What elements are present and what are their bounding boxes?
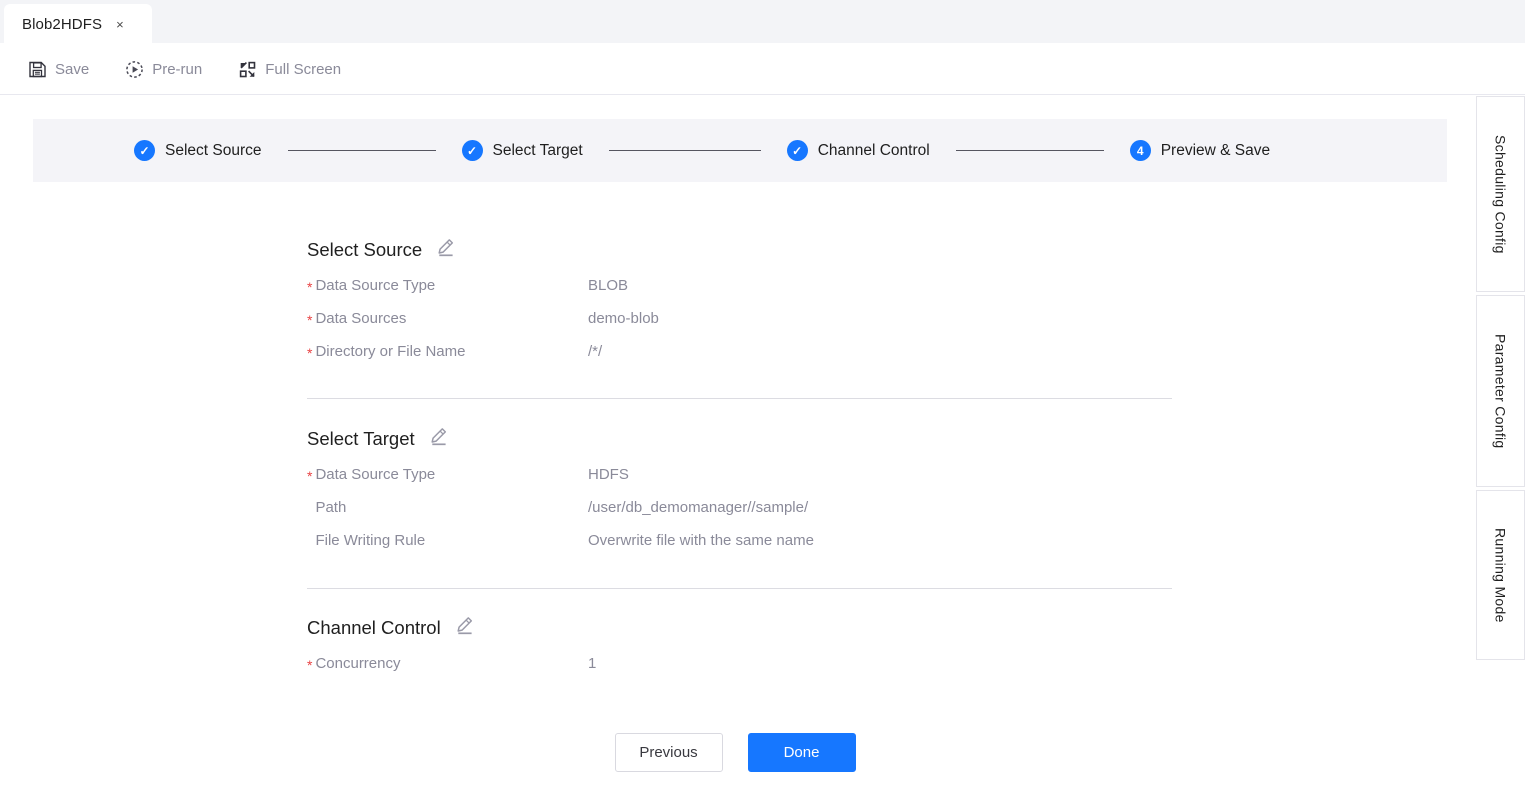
field-value-data-sources: demo-blob [588,310,659,327]
side-tab-scheduling-config[interactable]: Scheduling Config [1476,96,1525,292]
wizard-footer: Previous Done [0,733,1470,772]
step-connector-3 [955,150,1104,151]
section-channel-control: Channel Control * Concurrency 1 [307,615,596,688]
field-value-target-data-source-type: HDFS [588,466,629,483]
step-badge-1: ✓ [134,140,155,161]
section-header-channel-control: Channel Control [307,615,596,641]
preview-summary: Select Source * Data Source Type BLOB * … [0,182,1470,785]
side-tab-label: Scheduling Config [1492,134,1509,254]
document-tab-label: Blob2HDFS [22,15,103,33]
field-value-path: /user/db_demomanager//sample/ [588,499,809,516]
field-label-data-sources: * Data Sources [307,310,588,327]
side-tab-label: Running Mode [1492,527,1509,623]
save-button[interactable]: Save [28,54,89,84]
step-label-1: Select Source [165,141,262,159]
field-label-text: Path [315,499,347,516]
fullscreen-expand-icon [238,60,257,79]
section-title-select-source: Select Source [307,239,423,260]
side-tab-label: Parameter Config [1492,333,1509,449]
wizard-stepper: ✓ Select Source ✓ Select Target ✓ Channe… [33,119,1447,182]
step-connector-2 [608,150,761,151]
field-row: * Concurrency 1 [307,655,596,688]
field-row: * File Writing Rule Overwrite file with … [307,532,814,565]
field-value-concurrency: 1 [588,655,597,672]
step-badge-4: 4 [1129,140,1151,161]
field-label-path: * Path [307,499,588,516]
done-button[interactable]: Done [747,733,856,772]
field-label-text: Data Source Type [315,277,436,294]
side-tab-parameter-config[interactable]: Parameter Config [1476,295,1525,487]
field-label-text: Data Sources [315,310,407,327]
section-header-select-source: Select Source [307,237,659,263]
play-circle-dashed-icon [125,60,144,79]
field-label-concurrency: * Concurrency [307,655,588,672]
save-floppy-icon [28,60,47,79]
section-title-select-target: Select Target [307,428,415,449]
previous-button[interactable]: Previous [614,733,723,772]
required-asterisk: * [307,468,313,484]
field-value-data-source-type: BLOB [588,277,629,294]
tab-strip: Blob2HDFS × [0,0,1525,44]
full-screen-button[interactable]: Full Screen [238,54,341,84]
pencil-edit-icon[interactable] [428,426,449,452]
field-label-text: Directory or File Name [315,343,466,360]
field-value-directory-or-file-name: /*/ [588,343,603,360]
field-label-data-source-type: * Data Source Type [307,277,588,294]
field-row: * Data Source Type HDFS [307,466,814,499]
section-divider [307,588,1172,589]
step-preview-save[interactable]: 4 Preview & Save [1129,140,1271,161]
step-select-source[interactable]: ✓ Select Source [134,140,262,161]
field-label-text: Data Source Type [315,466,436,483]
required-asterisk: * [307,345,313,361]
field-row: * Data Source Type BLOB [307,277,659,310]
field-label-directory-or-file-name: * Directory or File Name [307,343,588,360]
step-select-target[interactable]: ✓ Select Target [461,140,583,161]
step-badge-2: ✓ [461,140,483,161]
pencil-edit-icon[interactable] [435,237,456,263]
pre-run-button[interactable]: Pre-run [125,54,202,84]
right-side-panel: Scheduling Config Parameter Config Runni… [1476,96,1525,663]
section-divider [307,398,1172,399]
required-asterisk: * [307,312,313,328]
step-badge-3: ✓ [786,140,808,161]
field-label-text: File Writing Rule [315,532,426,549]
field-row: * Data Sources demo-blob [307,310,659,343]
field-row: * Path /user/db_demomanager//sample/ [307,499,814,532]
side-tab-running-mode[interactable]: Running Mode [1476,490,1525,660]
step-label-4: Preview & Save [1160,141,1271,159]
field-label-file-writing-rule: * File Writing Rule [307,532,588,549]
step-label-3: Channel Control [817,141,930,159]
field-label-text: Concurrency [315,655,401,672]
section-select-target: Select Target * Data Source Type HDFS * … [307,426,814,565]
section-header-select-target: Select Target [307,426,814,452]
required-asterisk: * [307,657,313,673]
field-label-target-data-source-type: * Data Source Type [307,466,588,483]
pencil-edit-icon[interactable] [454,615,475,641]
full-screen-button-label: Full Screen [265,60,342,78]
close-icon[interactable]: × [116,18,124,31]
required-asterisk: * [307,279,313,295]
step-channel-control[interactable]: ✓ Channel Control [786,140,930,161]
section-select-source: Select Source * Data Source Type BLOB * … [307,237,659,376]
pre-run-button-label: Pre-run [152,60,203,78]
document-tab-blob2hdfs[interactable]: Blob2HDFS × [4,4,152,44]
section-title-channel-control: Channel Control [307,617,441,638]
step-label-2: Select Target [492,141,583,159]
toolbar: Save Pre-run Full Screen [0,44,1525,95]
field-row: * Directory or File Name /*/ [307,343,659,376]
field-value-file-writing-rule: Overwrite file with the same name [588,532,814,549]
step-connector-1 [287,150,436,151]
save-button-label: Save [55,60,90,78]
